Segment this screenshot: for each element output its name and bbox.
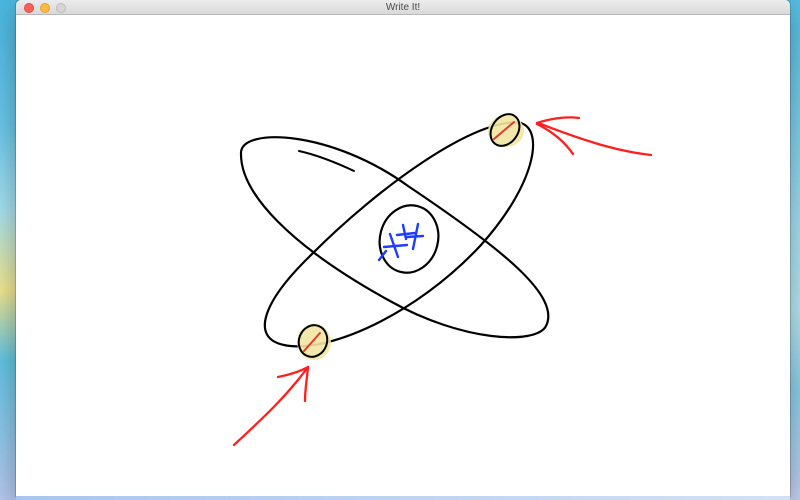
drawing-canvas[interactable] (16, 15, 790, 496)
orbit-ellipse-left-right (239, 136, 550, 339)
window-title: Write It! (385, 2, 421, 13)
orbit-scribble (298, 150, 355, 172)
arrow-top-right (535, 116, 653, 157)
desktop-background-left (0, 0, 16, 500)
window-titlebar[interactable]: Write It! (16, 0, 790, 15)
handwritten-atom-drawing (232, 113, 653, 447)
close-button[interactable] (24, 3, 34, 13)
desktop-bottom-strip (16, 496, 790, 500)
proton-plus-signs (377, 222, 425, 262)
electron-bottom-left (297, 324, 331, 360)
nucleus-ellipse (378, 204, 440, 274)
minimize-button[interactable] (40, 3, 50, 13)
zoom-button[interactable] (56, 3, 66, 13)
arrow-bottom-left (232, 365, 310, 447)
app-window: Write It! (16, 0, 790, 496)
